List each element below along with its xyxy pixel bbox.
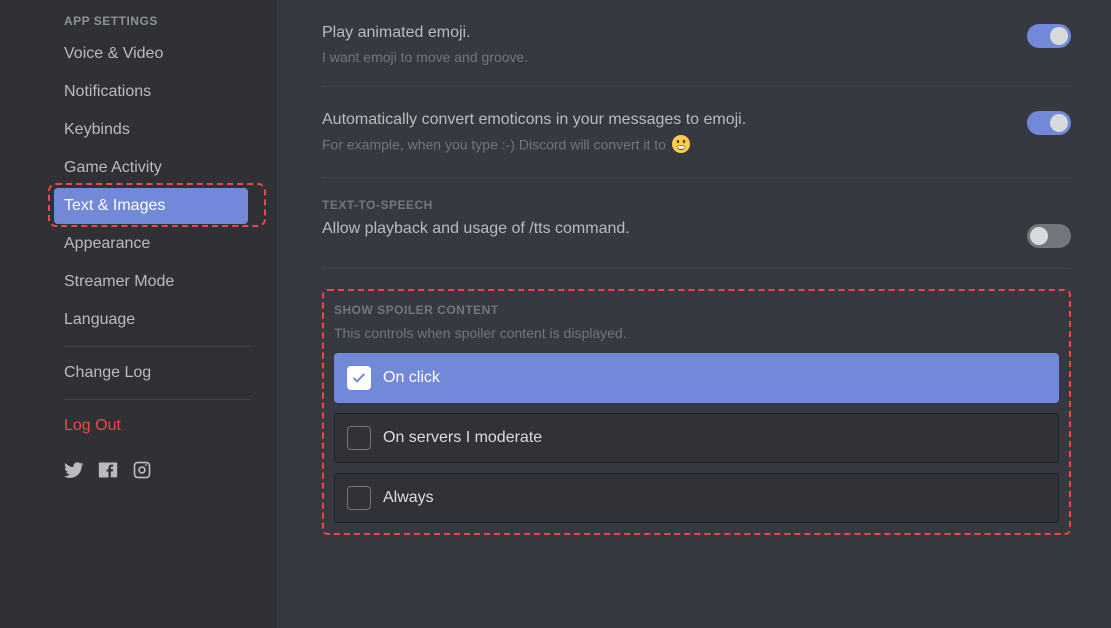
toggle-animated-emoji[interactable] — [1027, 24, 1071, 48]
setting-tts-title: Allow playback and usage of /tts command… — [322, 220, 630, 238]
spoiler-option-always[interactable]: Always — [334, 473, 1059, 523]
sidebar-item-logout[interactable]: Log Out — [54, 408, 248, 444]
spoiler-settings-block: SHOW SPOILER CONTENT This controls when … — [322, 289, 1071, 535]
grin-emoji-icon — [672, 135, 690, 157]
facebook-icon[interactable] — [98, 460, 118, 485]
checkbox-icon — [347, 486, 371, 510]
spoiler-option-servers-moderate[interactable]: On servers I moderate — [334, 413, 1059, 463]
sidebar-item-text-images[interactable]: Text & Images — [54, 188, 248, 224]
spoiler-header: SHOW SPOILER CONTENT — [334, 303, 1059, 317]
sidebar-divider — [64, 399, 250, 400]
sidebar-item-appearance[interactable]: Appearance — [54, 226, 248, 262]
setting-animated-emoji-desc: I want emoji to move and groove. — [322, 48, 1007, 66]
sidebar-divider — [64, 346, 250, 347]
setting-animated-emoji-title: Play animated emoji. — [322, 24, 1007, 42]
sidebar-item-language[interactable]: Language — [54, 302, 248, 338]
instagram-icon[interactable] — [132, 460, 152, 485]
sidebar-item-voice-video[interactable]: Voice & Video — [54, 36, 248, 72]
section-divider — [322, 268, 1071, 269]
tts-header: TEXT-TO-SPEECH — [322, 198, 1071, 212]
spoiler-option-on-click[interactable]: On click — [334, 353, 1059, 403]
spoiler-option-label: Always — [383, 489, 434, 507]
sidebar-item-notifications[interactable]: Notifications — [54, 74, 248, 110]
sidebar-item-keybinds[interactable]: Keybinds — [54, 112, 248, 148]
toggle-tts[interactable] — [1027, 224, 1071, 248]
sidebar-item-change-log[interactable]: Change Log — [54, 355, 248, 391]
spoiler-desc: This controls when spoiler content is di… — [334, 325, 1059, 341]
sidebar-item-game-activity[interactable]: Game Activity — [54, 150, 248, 186]
setting-autoconvert-title: Automatically convert emoticons in your … — [322, 111, 1007, 129]
twitter-icon[interactable] — [64, 460, 84, 485]
sidebar-item-streamer-mode[interactable]: Streamer Mode — [54, 264, 248, 300]
social-links — [0, 446, 277, 485]
settings-content: Play animated emoji. I want emoji to mov… — [277, 0, 1111, 628]
checkbox-icon — [347, 366, 371, 390]
toggle-autoconvert[interactable] — [1027, 111, 1071, 135]
sidebar-header-app-settings: APP SETTINGS — [0, 14, 277, 36]
setting-autoconvert-desc: For example, when you type :-) Discord w… — [322, 135, 1007, 157]
checkbox-icon — [347, 426, 371, 450]
spoiler-option-label: On servers I moderate — [383, 429, 542, 447]
spoiler-option-label: On click — [383, 369, 440, 387]
settings-sidebar: APP SETTINGS Voice & Video Notifications… — [0, 0, 277, 628]
